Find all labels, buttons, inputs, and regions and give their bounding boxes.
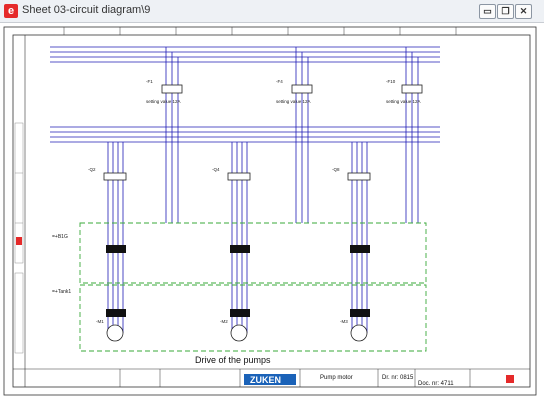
left-strip-logo (16, 237, 22, 245)
group-label-lower: =+Tank1 (52, 289, 71, 295)
restore-button[interactable]: ❐ (497, 4, 514, 19)
window-title: Sheet 03-circuit diagram\9 (22, 4, 151, 16)
drawing-title: Drive of the pumps (195, 355, 271, 365)
minimize-button[interactable]: ▭ (479, 4, 496, 19)
sheet-frame (3, 26, 537, 396)
circuit-diagram[interactable]: -F1 setting value 12A -F4 setting value … (0, 23, 544, 400)
motor-tag-m2: -M2 (220, 319, 228, 324)
group-label-upper: =+B1G (52, 234, 68, 240)
title-block-logo-e3 (506, 375, 514, 383)
breaker-text-f4: setting value 12A (276, 99, 311, 104)
breaker-tag-f4: -F4 (276, 79, 283, 84)
title-block-document-title: Pump motor (320, 375, 353, 381)
contactor-tag-q8: -Q8 (332, 167, 340, 172)
motor-tag-m1: -M1 (96, 319, 104, 324)
drawing-canvas[interactable]: -F1 setting value 12A -F4 setting value … (0, 23, 544, 400)
window-titlebar: e Sheet 03-circuit diagram\9 ▭ ❐ ✕ (0, 0, 544, 23)
zuken-logo: ZUKEN (244, 374, 296, 385)
close-button[interactable]: ✕ (515, 4, 532, 19)
motor-tag-m3: -M3 (340, 319, 348, 324)
title-block-drawing-no: Dr. nr: 0815 (382, 375, 414, 381)
contactor-tag-q4: -Q4 (212, 167, 220, 172)
breaker-text-f1: setting value 12A (146, 99, 181, 104)
breaker-tag-f10: -F10 (386, 79, 396, 84)
zuken-logo-text: ZUKEN (250, 375, 281, 385)
breaker-text-f10: setting value 12A (386, 99, 421, 104)
title-block-doc-no: Doc. nr: 4711 (418, 381, 454, 387)
contactor-tag-q2: -Q2 (88, 167, 96, 172)
e3-logo-icon: e (4, 4, 18, 18)
breaker-tag-f1: -F1 (146, 79, 153, 84)
